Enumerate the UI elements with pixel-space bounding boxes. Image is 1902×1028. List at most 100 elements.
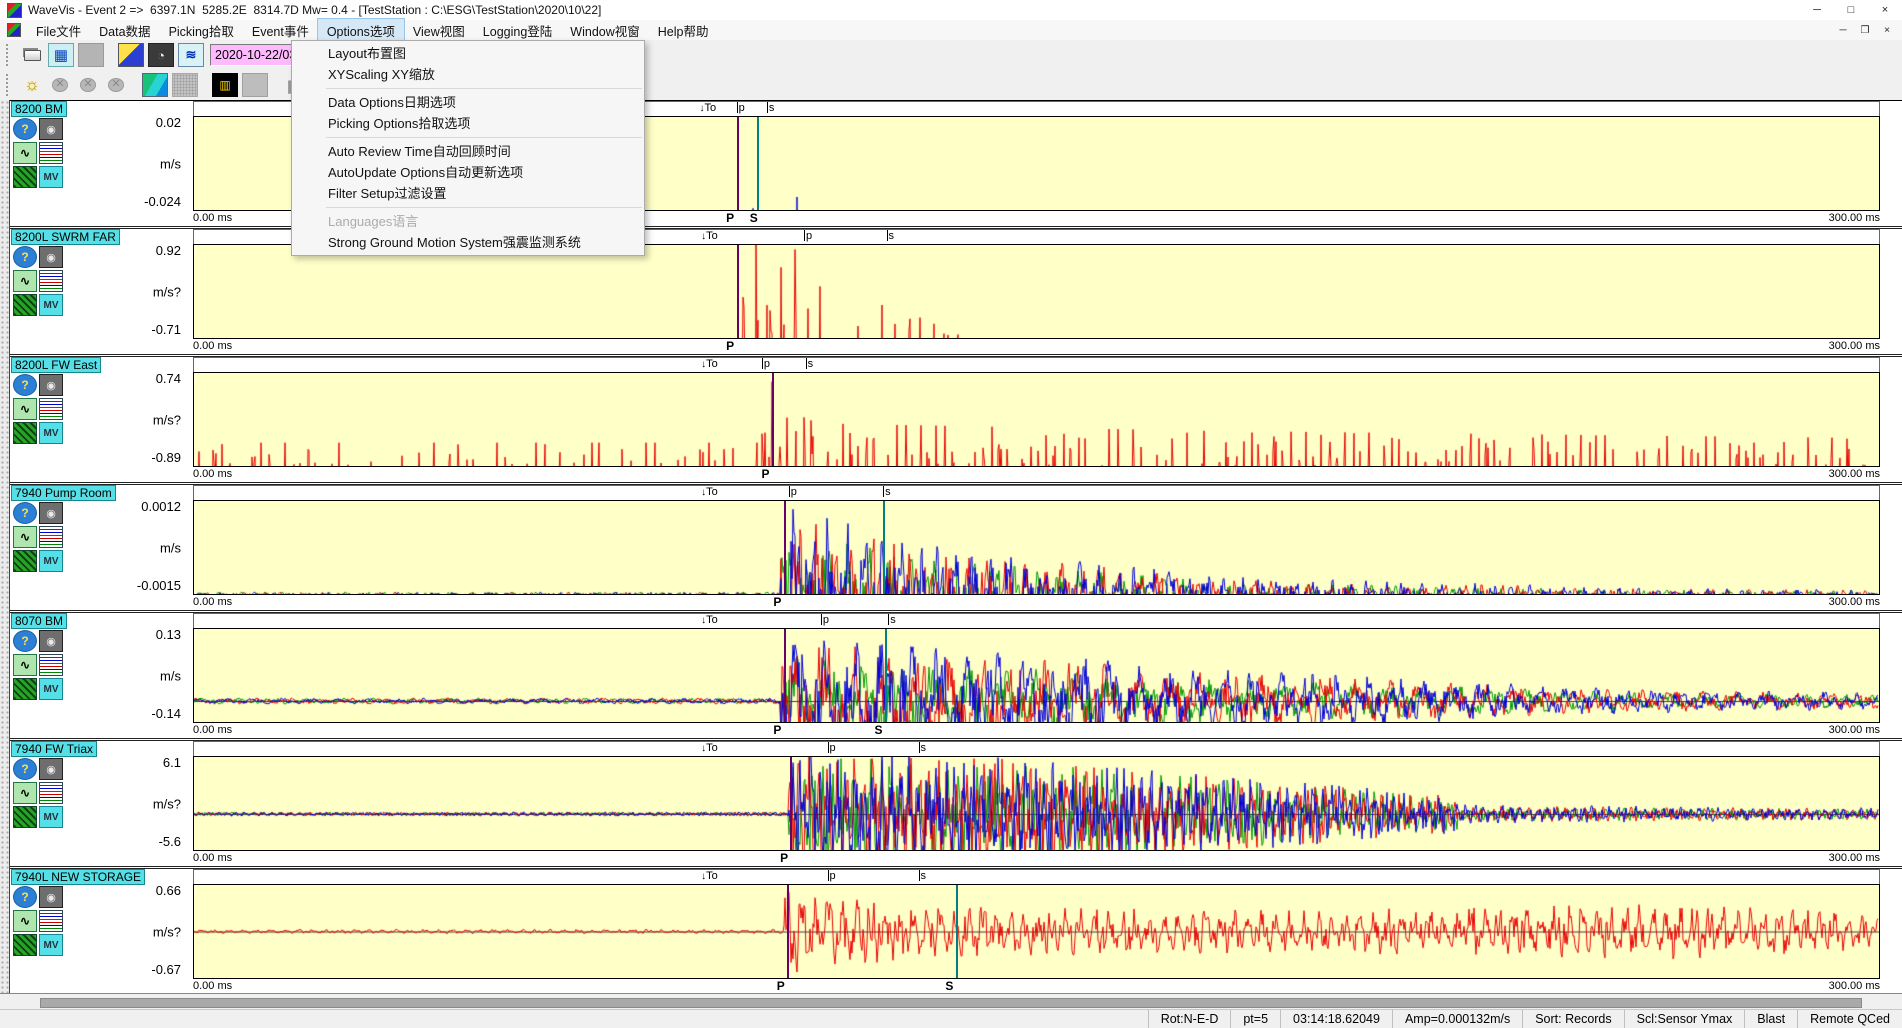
mv-icon[interactable]: [39, 166, 63, 188]
hatch-icon[interactable]: [13, 166, 37, 188]
camera-icon[interactable]: [39, 630, 63, 652]
camera-icon[interactable]: [39, 502, 63, 524]
option-item-xyscaling[interactable]: XYScaling XY缩放: [292, 64, 644, 85]
open-folder-icon[interactable]: [20, 44, 44, 66]
p-marker-flag[interactable]: p: [828, 870, 836, 883]
p-marker-flag[interactable]: p: [828, 742, 836, 755]
help-icon[interactable]: [13, 374, 37, 396]
traces-icon[interactable]: [39, 782, 63, 804]
map-color-icon[interactable]: [142, 73, 168, 97]
marker-disabled-1-icon[interactable]: [48, 74, 72, 96]
time-ruler[interactable]: ↓Tops: [193, 485, 1880, 500]
menu-item-logging[interactable]: Logging登陆: [474, 19, 562, 42]
gauge-icon[interactable]: [148, 43, 174, 67]
station-label[interactable]: 8200 BM: [11, 101, 67, 117]
s-pick-line[interactable]: [757, 117, 759, 210]
s-marker-flag[interactable]: s: [883, 486, 891, 499]
hatch-icon[interactable]: [13, 550, 37, 572]
help-icon[interactable]: [13, 118, 37, 140]
camera-icon[interactable]: [39, 118, 63, 140]
station-label[interactable]: 8070 BM: [11, 613, 67, 629]
close-button[interactable]: ×: [1868, 0, 1902, 20]
to-marker[interactable]: ↓To: [701, 742, 718, 755]
mv-icon[interactable]: [39, 550, 63, 572]
time-ruler[interactable]: ↓Tops: [193, 613, 1880, 628]
waveform-plot[interactable]: [193, 372, 1880, 467]
help-icon[interactable]: [13, 758, 37, 780]
station-label[interactable]: 8200L FW East: [11, 357, 101, 373]
station-label[interactable]: 7940 Pump Room: [11, 485, 116, 501]
traces-icon[interactable]: [39, 142, 63, 164]
camera-icon[interactable]: [39, 886, 63, 908]
hatch-icon[interactable]: [13, 678, 37, 700]
waveform-plot[interactable]: [193, 628, 1880, 723]
camera-icon[interactable]: [39, 374, 63, 396]
help-icon[interactable]: [13, 886, 37, 908]
square-disabled-icon[interactable]: [242, 73, 268, 97]
traces-icon[interactable]: [39, 526, 63, 548]
toolbar-grip[interactable]: [6, 44, 12, 66]
waveform-plot[interactable]: [193, 756, 1880, 851]
p-pick-line[interactable]: [787, 885, 789, 978]
blank-disabled-icon[interactable]: [78, 43, 104, 67]
hatch-icon[interactable]: [13, 934, 37, 956]
menu-item-file[interactable]: File文件: [27, 19, 90, 42]
menu-item-help[interactable]: Help帮助: [649, 19, 718, 42]
s-marker-flag[interactable]: s: [919, 870, 927, 883]
menu-item-options[interactable]: Options选项: [318, 19, 404, 42]
time-ruler[interactable]: ↓To p s: [193, 741, 1880, 756]
p-marker-flag[interactable]: p: [821, 614, 829, 627]
mv-icon[interactable]: [39, 806, 63, 828]
hatch-icon[interactable]: [13, 422, 37, 444]
option-item-filter-setup[interactable]: Filter Setup过滤设置: [292, 183, 644, 204]
s-pick-line[interactable]: [885, 629, 887, 722]
mv-icon[interactable]: [39, 678, 63, 700]
s-marker-flag[interactable]: s: [806, 358, 814, 371]
traces-icon[interactable]: [39, 398, 63, 420]
marker-disabled-3-icon[interactable]: [104, 74, 128, 96]
help-icon[interactable]: [13, 246, 37, 268]
traces-icon[interactable]: [39, 270, 63, 292]
station-label[interactable]: 7940 FW Triax: [11, 741, 97, 757]
p-marker-flag[interactable]: p: [804, 230, 812, 243]
s-pick-line[interactable]: [883, 501, 885, 594]
pick-tool-icon[interactable]: [118, 43, 144, 67]
p-pick-line[interactable]: [784, 629, 786, 722]
option-item-picking-options[interactable]: Picking Options拾取选项: [292, 113, 644, 134]
waveform-plot[interactable]: [193, 244, 1880, 339]
marker-disabled-2-icon[interactable]: [76, 74, 100, 96]
mv-icon[interactable]: [39, 294, 63, 316]
traces-icon[interactable]: [39, 910, 63, 932]
sun-marker-icon[interactable]: [20, 74, 44, 96]
hatch-icon[interactable]: [13, 806, 37, 828]
grid-table-icon[interactable]: [48, 43, 74, 67]
camera-icon[interactable]: [39, 758, 63, 780]
waveform-view-icon[interactable]: [178, 43, 204, 67]
waveform-plus-icon[interactable]: [13, 910, 37, 932]
to-marker[interactable]: ↓To: [700, 102, 717, 115]
option-item-data-options[interactable]: Data Options日期选项: [292, 92, 644, 113]
child-restore-button[interactable]: ❐: [1854, 25, 1876, 36]
waveform-plus-icon[interactable]: [13, 270, 37, 292]
p-pick-line[interactable]: [784, 501, 786, 594]
p-marker-flag[interactable]: p: [762, 358, 770, 371]
station-label[interactable]: 8200L SWRM FAR: [11, 229, 120, 245]
menu-item-event[interactable]: Event事件: [243, 19, 318, 42]
eq-display-icon[interactable]: [212, 73, 238, 97]
station-label[interactable]: 7940L NEW STORAGE: [11, 869, 145, 885]
s-marker-flag[interactable]: s: [767, 102, 775, 115]
time-ruler[interactable]: ↓To p s: [193, 357, 1880, 372]
to-marker[interactable]: ↓To: [701, 230, 718, 243]
maximize-button[interactable]: □: [1834, 0, 1868, 20]
time-ruler[interactable]: ↓Tops: [193, 869, 1880, 884]
p-pick-line[interactable]: [790, 757, 792, 850]
to-marker[interactable]: ↓To: [701, 358, 718, 371]
to-marker[interactable]: ↓To: [701, 614, 718, 627]
child-close-button[interactable]: ×: [1876, 25, 1898, 36]
waveform-plus-icon[interactable]: [13, 142, 37, 164]
s-marker-flag[interactable]: s: [919, 742, 927, 755]
option-item-strong-ground-motion[interactable]: Strong Ground Motion System强震监测系统: [292, 232, 644, 253]
option-item-layout[interactable]: Layout布置图: [292, 43, 644, 64]
mv-icon[interactable]: [39, 934, 63, 956]
option-item-autoupdate-options[interactable]: AutoUpdate Options自动更新选项: [292, 162, 644, 183]
